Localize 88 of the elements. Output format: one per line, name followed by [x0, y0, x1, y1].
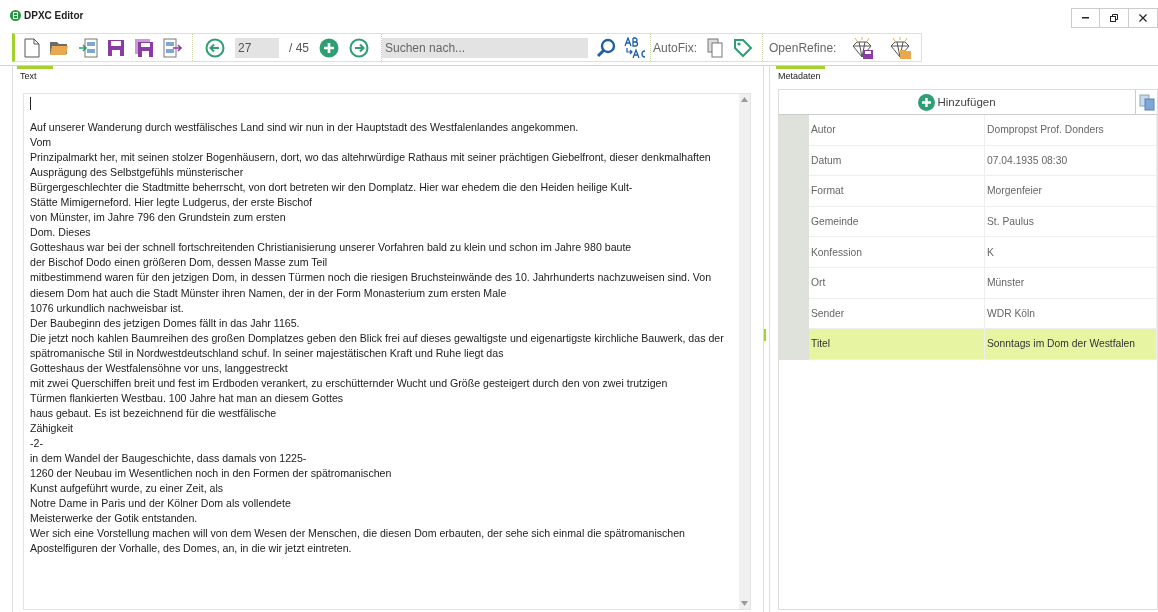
text-line: Notre Dame in Paris und der Kölner Dom als vollendete [30, 496, 292, 512]
text-line: Ausprägung des Selbstgefühls münsterischer [30, 165, 245, 181]
metadata-row[interactable]: Konfession K [809, 237, 1157, 268]
metadata-tab[interactable]: Metadaten [776, 66, 825, 83]
metadata-row[interactable]: Titel Sonntags im Dom der Westfalen [809, 329, 1157, 360]
text-line: Der Baubeginn des jetzigen Domes fällt in das Jahr 1165. [30, 315, 301, 331]
text-line: haus gebaut. Es ist bezeichnend für die westfälische [30, 405, 278, 421]
text-line: von Münster, im Jahre 796 den Grundstein zum ersten [30, 210, 287, 226]
text-line: Dom. Dieses [30, 225, 92, 241]
autofix-label: AutoFix: [653, 40, 698, 55]
metadata-key: Ort [811, 277, 826, 289]
text-line: Auf unserer Wanderung durch westfälisches Land sind wir nun in der Hauptstadt des Westfalenlandes angekommen. [30, 120, 580, 135]
metadata-value: Sonntags im Dom der Westfalen [987, 338, 1136, 350]
save-all-button[interactable] [134, 37, 154, 58]
metadata-key: Datum [811, 154, 842, 166]
replace-case-button[interactable] [624, 36, 646, 59]
tag-button[interactable] [733, 37, 754, 58]
text-line: Gotteshaus der Westfalensöhne vor uns, langgestreckt [30, 360, 289, 376]
text-line: -2- [30, 436, 44, 451]
restore-icon [1110, 14, 1118, 22]
text-cursor [30, 97, 31, 110]
app-logo-icon [10, 10, 21, 21]
text-line: spätromanische Stil in Nordwestdeutschland schuf. In seiner majestätischen Kraft und Ruhe liegt das [30, 345, 505, 361]
diamond-save-button[interactable] [850, 36, 875, 59]
next-button[interactable] [349, 37, 369, 58]
openrefine-label: OpenRefine: [769, 40, 837, 55]
text-line: in dem Wandel der Baugeschichte, dass damals von 1225- [30, 451, 308, 467]
metadata-value: WDR Köln [987, 307, 1036, 319]
text-line: diesem Dom hat auch die Stadt Münster ihren Namen, der in der Form Monasterium zum ersten Male [30, 285, 508, 301]
diamond-open-button[interactable] [888, 36, 913, 59]
page-total: / 45 [289, 40, 309, 55]
metadata-value: Morgenfeier [987, 185, 1042, 197]
close-icon [1139, 14, 1147, 22]
open-folder-button[interactable] [49, 39, 69, 56]
plus-icon [918, 93, 936, 111]
text-line: Stätte Mimigerneford. Hier legte Ludgerus, der erste Bischof [30, 195, 314, 211]
close-button[interactable] [1129, 8, 1158, 28]
copy-button[interactable] [1135, 90, 1157, 114]
search-field[interactable]: Suchen nach... [382, 37, 588, 58]
text-line: Prinzipalmarkt her, mit seinen stolzer Bogenhäusern, dort, wo das altehrwürdige Rathaus mit seiner prächtigen Giebelfront, dieser denkmalhaften [30, 150, 712, 166]
add-page-button[interactable] [319, 37, 339, 58]
text-line: Zähigkeit [30, 420, 74, 436]
text-line: mitbestimmend waren für den jetzigen Dom, in dessen Türmen noch die riesigen Bruchsteinwände des 10. Jahrhunderts nachzuweisen sind. Von [30, 270, 713, 286]
metadata-key: Format [811, 185, 844, 197]
metadata-value: Dompropst Prof. Donders [987, 124, 1104, 136]
text-editor[interactable] [23, 93, 751, 610]
metadata-row[interactable]: Datum 07.04.1935 08:30 [809, 145, 1157, 177]
scrollbar[interactable] [739, 94, 750, 609]
text-line: Gotteshaus war bei der schnell fortschreitenden Christianisierung unserer Vorfahren bald zu klein und schon im Jahre 980 baute [30, 240, 633, 256]
text-line: mit zwei Querschiffen breit und fest im Erdboden verankert, zu erschütternder Wucht und Größe gesteigert durch den von zwei trutzigen [30, 375, 669, 391]
metadata-row[interactable]: Gemeinde St. Paulus [809, 206, 1157, 238]
metadata-value: K [987, 246, 994, 258]
new-file-button[interactable] [24, 37, 40, 58]
text-line: Türmen flankierten Westbau. 100 Jahre hat man an diesem Gottes [30, 390, 345, 406]
text-line: 1076 urkundlich nachweisbar ist. [30, 300, 185, 316]
scroll-down-icon[interactable] [741, 601, 748, 606]
metadata-key: Gemeinde [811, 216, 859, 228]
metadata-key: Autor [811, 124, 836, 136]
minimize-icon [1082, 17, 1089, 19]
text-line: Vom [30, 135, 53, 151]
text-line: Die jetzt noch kahlen Baumreihen des großen Domplatzes geben den Blick frei auf dieses gewaltigste und eigenartigste kirchliche Bauwerk, das der [30, 330, 725, 346]
metadata-key: Sender [811, 307, 845, 319]
metadata-value: St. Paulus [987, 216, 1034, 228]
text-line: Bürgergeschlechter die Stadtmitte beherrscht, von dort betreten wir den Domplatz. Hier war ehedem die den Heiden heilige Kult- [30, 180, 634, 196]
metadata-value: 07.04.1935 08:30 [987, 154, 1068, 166]
text-line: 1260 der Neubau im Wesentlichen noch in den Formen der spätromanischen [30, 466, 393, 482]
metadata-row[interactable]: Format Morgenfeier [809, 176, 1157, 207]
metadata-key: Konfession [811, 246, 862, 258]
copy-pages-button[interactable] [707, 37, 724, 58]
window-title: DPXC Editor [24, 10, 84, 21]
text-line: Meisterwerke der Gotik entstanden. [30, 511, 199, 527]
metadata-key: Titel [811, 338, 831, 350]
text-line: Kunst aufgeführt wurde, zu einer Zeit, als [30, 481, 225, 497]
page-number-field[interactable]: 27 [235, 37, 279, 58]
save-button[interactable] [107, 38, 125, 57]
previous-button[interactable] [205, 37, 225, 58]
restore-button[interactable] [1100, 8, 1129, 28]
metadata-row[interactable]: Ort Münster [809, 267, 1157, 299]
metadata-value: Münster [987, 277, 1025, 289]
export-button[interactable] [163, 37, 183, 58]
metadata-row[interactable]: Autor Dompropst Prof. Donders [809, 115, 1157, 146]
import-button[interactable] [78, 37, 98, 58]
text-line: Apostelfiguren der Vorhalle, des Domes, an, in die wir jetzt eintreten. [30, 541, 353, 557]
search-button[interactable] [596, 37, 616, 58]
text-tab[interactable]: Text [17, 66, 53, 83]
text-line: der Bischof Dodo einen größeren Dom, dessen Masse zum Teil [30, 255, 329, 271]
scroll-up-icon[interactable] [741, 97, 748, 102]
text-line: Wer sich eine Vorstellung machen will von dem Wesen der Menschen, die diesen Dom erbauten, der sehe sich einmal die spätromanischen [30, 526, 686, 542]
